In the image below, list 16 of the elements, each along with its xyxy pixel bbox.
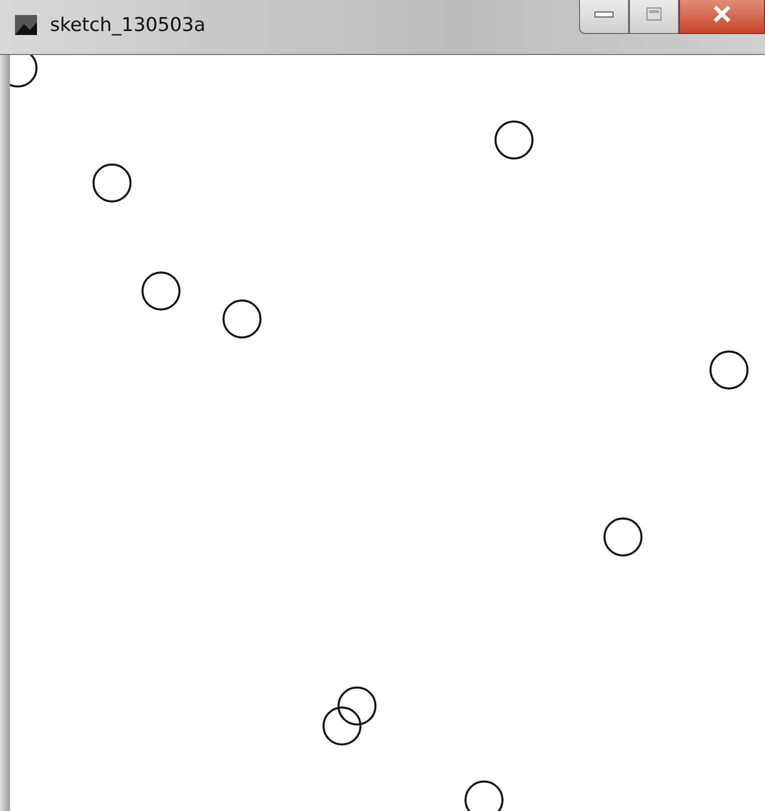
- close-button[interactable]: [679, 0, 765, 34]
- maximize-icon: [646, 6, 662, 20]
- app-icon: [14, 14, 38, 36]
- window-title: sketch_130503a: [50, 14, 206, 36]
- circle: [322, 706, 362, 746]
- circle: [604, 518, 642, 556]
- circle: [222, 300, 262, 338]
- close-icon: [712, 4, 732, 22]
- circle: [142, 272, 180, 310]
- circle: [338, 686, 376, 726]
- maximize-button[interactable]: [629, 0, 679, 34]
- circle: [92, 164, 132, 202]
- minimize-button[interactable]: [579, 0, 629, 34]
- minimize-icon: [594, 8, 614, 18]
- circle: [710, 350, 748, 390]
- circle: [494, 120, 534, 160]
